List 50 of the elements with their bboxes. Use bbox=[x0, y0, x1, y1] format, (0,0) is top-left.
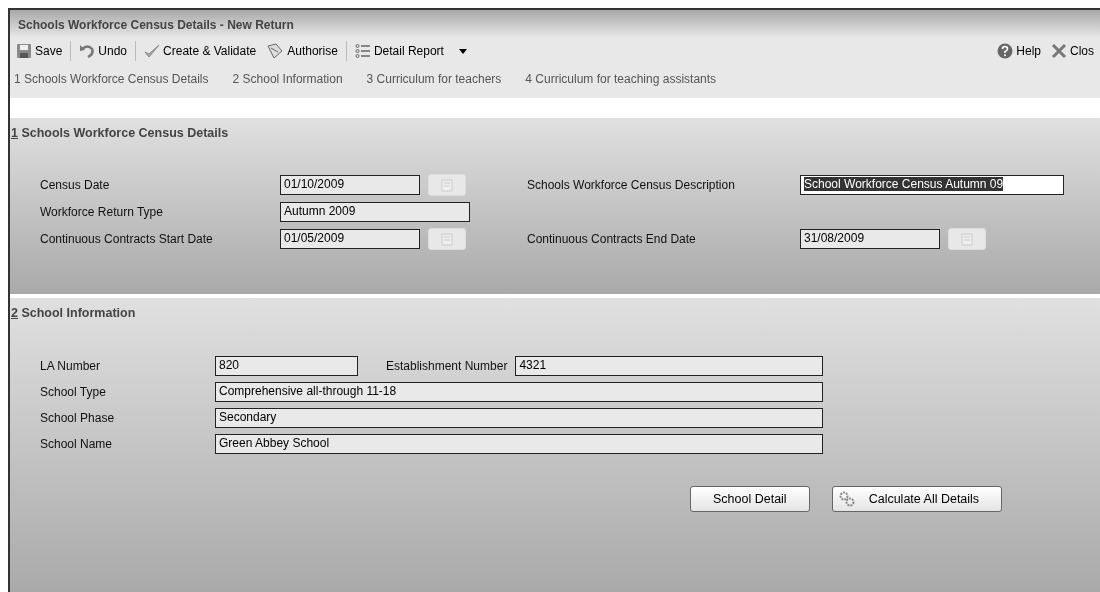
action-button[interactable]: Calculate All Details bbox=[831, 486, 1003, 512]
list-icon bbox=[354, 43, 371, 59]
toolbar-button[interactable]: Help bbox=[995, 43, 1043, 59]
toolbar-button[interactable]: Save bbox=[14, 43, 65, 59]
calendar-icon bbox=[961, 232, 973, 246]
text-field[interactable]: Secondary bbox=[215, 408, 823, 428]
calendar-button[interactable] bbox=[428, 174, 466, 196]
text-field[interactable]: 31/08/2009 bbox=[800, 229, 940, 249]
field-label: Workforce Return Type bbox=[40, 205, 164, 219]
field-label: School Phase bbox=[40, 411, 116, 425]
text-field[interactable]: Green Abbey School bbox=[215, 434, 823, 454]
toolbar-button[interactable]: Create & Validate bbox=[142, 43, 259, 59]
section-heading: 1 Schools Workforce Census Details bbox=[10, 125, 230, 140]
calendar-button[interactable] bbox=[948, 228, 986, 250]
section-heading: 2 School Information bbox=[10, 305, 137, 320]
caret-icon bbox=[458, 48, 467, 54]
toolbar-button[interactable]: Detail Report bbox=[352, 43, 469, 59]
text-field[interactable]: 4321 bbox=[515, 356, 823, 376]
action-button[interactable]: School Detail bbox=[690, 486, 810, 512]
field-label: School Type bbox=[40, 385, 107, 399]
toolbar-button[interactable]: Clos bbox=[1049, 43, 1096, 59]
help-icon bbox=[997, 43, 1014, 59]
field-label: Continuous Contracts End Date bbox=[527, 232, 697, 246]
section-link[interactable]: 2 School Information bbox=[232, 72, 343, 86]
close-icon bbox=[1051, 43, 1067, 59]
calendar-icon bbox=[441, 178, 453, 192]
text-field[interactable]: 820 bbox=[215, 356, 358, 376]
section-link[interactable]: 3 Curriculum for teachers bbox=[366, 72, 502, 86]
field-label: Continuous Contracts Start Date bbox=[40, 232, 214, 246]
text-field[interactable]: 01/05/2009 bbox=[280, 229, 420, 249]
calendar-button[interactable] bbox=[428, 228, 466, 250]
field-label: Schools Workforce Census Description bbox=[527, 178, 736, 192]
gears-icon bbox=[838, 491, 855, 507]
checkmark-icon bbox=[144, 43, 161, 59]
text-field[interactable]: Autumn 2009 bbox=[280, 202, 470, 222]
field-label: Establishment Number bbox=[386, 359, 508, 373]
toolbar-button[interactable]: Undo bbox=[77, 43, 130, 59]
field-label: School Name bbox=[40, 437, 114, 451]
window-title: Schools Workforce Census Details - New Return bbox=[17, 17, 295, 34]
stamp-icon bbox=[266, 43, 285, 59]
field-label: LA Number bbox=[40, 359, 102, 373]
text-field[interactable]: School Workforce Census Autumn 09 bbox=[800, 175, 1064, 195]
field-label: Census Date bbox=[40, 178, 111, 192]
section-link[interactable]: 1 Schools Workforce Census Details bbox=[14, 72, 209, 86]
toolbar-button[interactable]: Authorise bbox=[264, 43, 340, 59]
text-field[interactable]: Comprehensive all-through 11-18 bbox=[215, 382, 823, 402]
section-link[interactable]: 4 Curriculum for teaching assistants bbox=[525, 72, 717, 86]
undo-icon bbox=[79, 43, 96, 59]
text-field[interactable]: 01/10/2009 bbox=[280, 175, 420, 195]
calendar-icon bbox=[441, 232, 453, 246]
